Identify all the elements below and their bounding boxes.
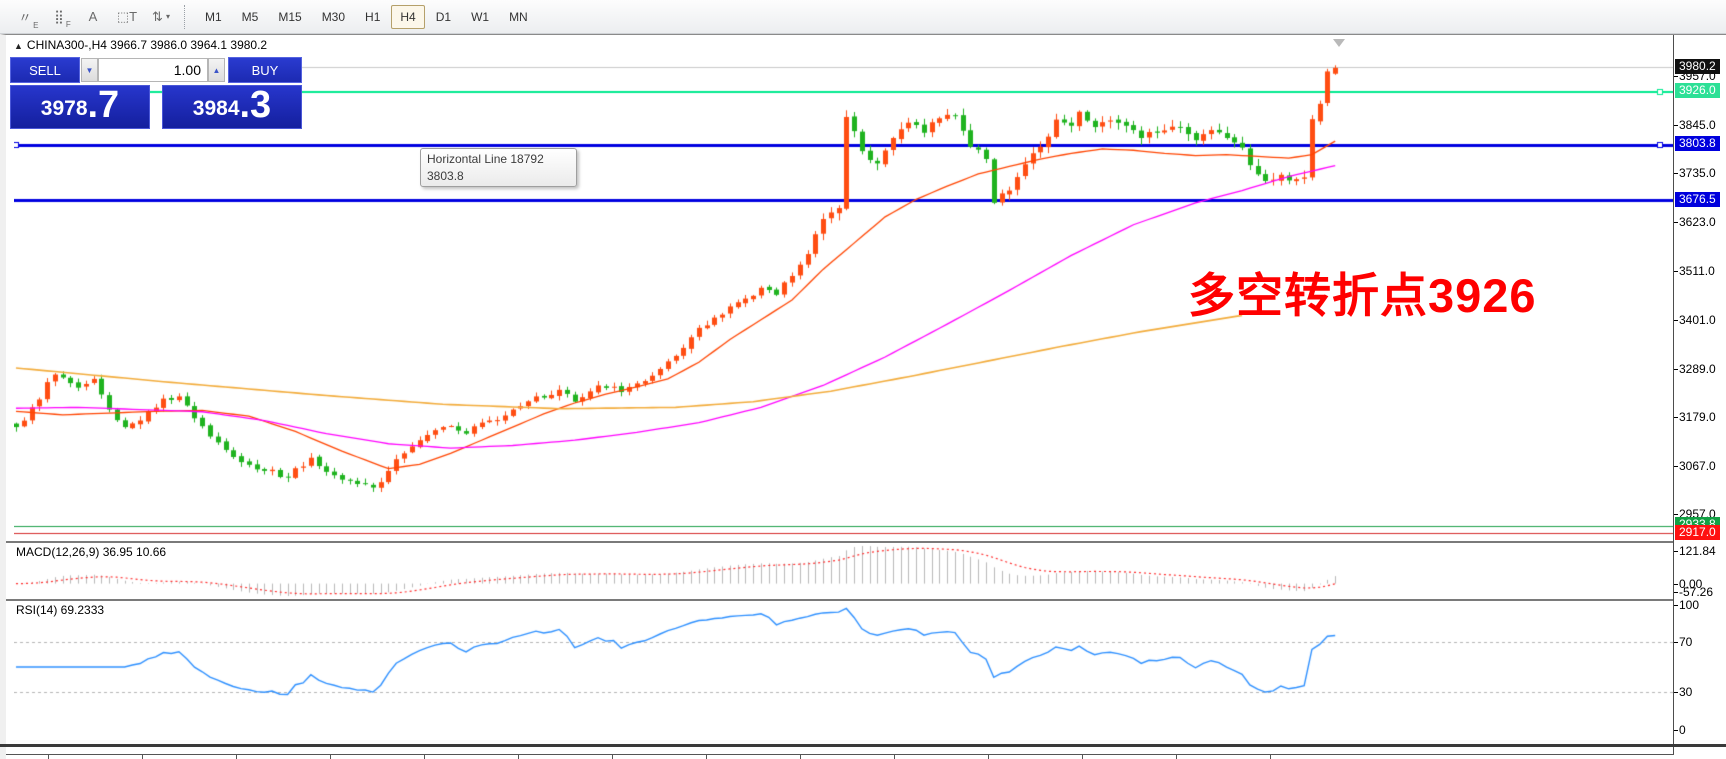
volume-increase-button[interactable]: ▲ (208, 58, 225, 82)
sell-button[interactable]: SELL (10, 57, 80, 83)
volume-input[interactable] (98, 58, 208, 82)
buy-price-fraction: .3 (240, 86, 272, 124)
time-tick (894, 755, 895, 759)
price-highlight-label: 3980.2 (1675, 59, 1720, 74)
price-tick-label: 3623.0 (1679, 215, 1716, 229)
timeframe-m5-button[interactable]: M5 (233, 5, 268, 29)
panel-separator-rsi[interactable] (6, 599, 1674, 601)
tooltip-line2: 3803.8 (427, 168, 570, 185)
price-tick-label: 3845.0 (1679, 118, 1716, 132)
buy-price-main: 3984 (193, 94, 240, 124)
timeframe-m30-button[interactable]: M30 (313, 5, 354, 29)
one-click-trade-panel: SELL ▼ ▲ BUY 3978.7 3984.3 (10, 57, 302, 129)
toolbar: 〃E ⣿F A ⬚T ⇅▾ M1M5M15M30H1H4D1W1MN (0, 0, 1726, 34)
sell-price-fraction: .7 (88, 86, 120, 124)
time-tick (1176, 755, 1177, 759)
crosshatch-e-button[interactable]: 〃E (10, 4, 40, 30)
timeframe-w1-button[interactable]: W1 (462, 5, 498, 29)
price-tick-label: 3179.0 (1679, 410, 1716, 424)
rsi-axis-label: 30 (1679, 685, 1692, 699)
crosshatch-e-icon: 〃E (18, 7, 31, 26)
volume-decrease-button[interactable]: ▼ (81, 58, 98, 82)
price-highlight-label: 2917.0 (1675, 525, 1720, 540)
time-tick (424, 755, 425, 759)
time-tick (48, 755, 49, 759)
time-tick (142, 755, 143, 759)
time-tick (518, 755, 519, 759)
macd-label: MACD(12,26,9) 36.95 10.66 (16, 545, 166, 559)
sell-price-box[interactable]: 3978.7 (10, 85, 150, 129)
macd-axis-label: 121.84 (1679, 544, 1716, 558)
text-a-button[interactable]: A (78, 4, 108, 30)
price-highlight-label: 3803.8 (1675, 136, 1720, 151)
arrange-arrows-button[interactable]: ⇅▾ (146, 4, 176, 30)
price-highlight-label: 3926.0 (1675, 83, 1720, 98)
time-tick (612, 755, 613, 759)
time-tick (706, 755, 707, 759)
price-tick-label: 3067.0 (1679, 459, 1716, 473)
price-tick-label: 3401.0 (1679, 313, 1716, 327)
macd-chart-canvas[interactable] (14, 543, 1673, 599)
time-axis[interactable]: 28 Nov 20186 Dec 01:3014 Dec 01:3024 Dec… (6, 754, 1674, 759)
chart-annotation-text[interactable]: 多空转折点3926 (1188, 257, 1537, 326)
time-tick (800, 755, 801, 759)
rsi-chart-canvas[interactable] (14, 601, 1673, 730)
time-tick (1270, 755, 1271, 759)
buy-price-box[interactable]: 3984.3 (162, 85, 302, 129)
timeframe-m15-button[interactable]: M15 (269, 5, 310, 29)
timeframe-h4-button[interactable]: H4 (391, 5, 424, 29)
price-axis[interactable]: 3957.03845.03735.03623.03511.03401.03289… (1674, 35, 1726, 754)
trading-terminal: 〃E ⣿F A ⬚T ⇅▾ M1M5M15M30H1H4D1W1MN ▲CHINA300… (0, 0, 1726, 759)
timeframe-h1-button[interactable]: H1 (356, 5, 389, 29)
price-tick-label: 3511.0 (1679, 264, 1715, 278)
grid-f-button[interactable]: ⣿F (44, 4, 74, 30)
buy-button[interactable]: BUY (228, 57, 302, 83)
chart-window: ▲CHINA300-,H4 3966.7 3986.0 3964.1 3980.… (0, 34, 1726, 759)
arrange-arrows-icon: ⇅ (152, 9, 163, 25)
trade-panel-row: SELL ▼ ▲ BUY (10, 57, 302, 84)
rsi-axis-label: 70 (1679, 635, 1692, 649)
dropdown-caret-icon: ▾ (166, 12, 170, 21)
chart-title: ▲CHINA300-,H4 3966.7 3986.0 3964.1 3980.… (14, 38, 267, 52)
rsi-axis-label: 0 (1679, 723, 1686, 737)
collapse-triangle-icon[interactable]: ▲ (14, 41, 23, 51)
textbox-t-icon: ⬚T (117, 9, 137, 25)
textbox-t-button[interactable]: ⬚T (112, 4, 142, 30)
toolbar-separator (184, 5, 189, 29)
rsi-axis-label: 100 (1679, 598, 1699, 612)
time-tick (1082, 755, 1083, 759)
time-tick (988, 755, 989, 759)
window-bottom-border (0, 744, 1726, 747)
sell-price-main: 3978 (41, 94, 88, 124)
time-tick (330, 755, 331, 759)
panel-separator-macd[interactable] (6, 541, 1674, 543)
price-tick-label: 3289.0 (1679, 362, 1716, 376)
price-tick-label: 3735.0 (1679, 166, 1716, 180)
time-tick (236, 755, 237, 759)
chart-shift-marker-icon[interactable] (1333, 39, 1345, 47)
rsi-label: RSI(14) 69.2333 (16, 603, 104, 617)
grid-f-icon: ⣿F (54, 9, 64, 25)
timeframe-d1-button[interactable]: D1 (427, 5, 460, 29)
tooltip-line1: Horizontal Line 18792 (427, 151, 570, 168)
price-highlight-label: 3676.5 (1675, 192, 1720, 207)
text-a-icon: A (89, 9, 98, 24)
object-tooltip: Horizontal Line 18792 3803.8 (420, 148, 577, 187)
timeframe-mn-button[interactable]: MN (500, 5, 537, 29)
timeframe-m1-button[interactable]: M1 (196, 5, 231, 29)
